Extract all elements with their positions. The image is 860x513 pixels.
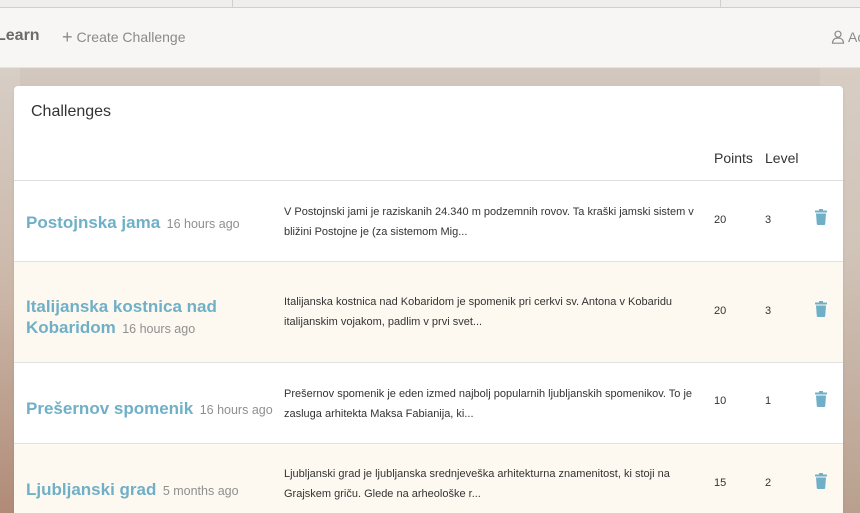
browser-top-strip <box>0 0 860 8</box>
challenge-title-cell: Italijanska kostnica nad Kobaridom 16 ho… <box>26 296 276 338</box>
table-row: Postojnska jama 16 hours ago V Postojnsk… <box>14 181 843 262</box>
user-icon <box>831 30 845 44</box>
challenges-card: Challenges Points Level Postojnska jama … <box>14 86 843 513</box>
account-link[interactable]: Ac <box>831 29 860 45</box>
challenge-description: Italijanska kostnica nad Kobaridom je sp… <box>284 296 673 328</box>
table-row: Italijanska kostnica nad Kobaridom 16 ho… <box>14 262 843 363</box>
plus-icon: + <box>62 27 73 47</box>
challenge-title[interactable]: Postojnska jama <box>26 213 160 232</box>
strip-divider <box>720 0 721 8</box>
challenge-points: 20 <box>714 214 727 226</box>
delete-button[interactable] <box>814 301 828 322</box>
navbar: Learn + Create Challenge Ac <box>0 8 860 68</box>
column-header-points: Points <box>714 150 753 166</box>
account-label: Ac <box>848 29 860 45</box>
trash-icon <box>815 391 827 407</box>
delete-button[interactable] <box>814 209 828 230</box>
challenge-level: 2 <box>765 477 772 489</box>
table-row: Ljubljanski grad 5 months ago Ljubljansk… <box>14 444 843 513</box>
challenge-description: V Postojnski jami je raziskanih 24.340 m… <box>284 206 694 238</box>
challenge-description: Ljubljanski grad je ljubljanska srednjev… <box>284 468 670 500</box>
challenge-points: 10 <box>714 395 727 407</box>
column-header-level: Level <box>765 150 799 166</box>
challenge-time: 16 hours ago <box>199 403 273 417</box>
challenge-points: 20 <box>714 305 727 317</box>
trash-icon <box>815 209 827 225</box>
challenge-time: 16 hours ago <box>122 322 196 336</box>
challenge-title-cell: Prešernov spomenik 16 hours ago <box>26 398 276 419</box>
challenge-title-cell: Ljubljanski grad 5 months ago <box>26 479 276 500</box>
trash-icon <box>815 473 827 489</box>
brand-link[interactable]: Learn <box>0 27 40 45</box>
challenge-points: 15 <box>714 477 727 489</box>
challenge-title[interactable]: Ljubljanski grad <box>26 480 156 499</box>
challenge-title-cell: Postojnska jama 16 hours ago <box>26 212 276 233</box>
challenge-title[interactable]: Prešernov spomenik <box>26 399 193 418</box>
trash-icon <box>815 301 827 317</box>
challenge-level: 3 <box>765 305 772 317</box>
delete-button[interactable] <box>814 391 828 412</box>
challenge-time: 16 hours ago <box>166 217 240 231</box>
challenge-description: Prešernov spomenik je eden izmed najbolj… <box>284 388 693 420</box>
create-challenge-link[interactable]: + Create Challenge <box>62 27 186 47</box>
delete-button[interactable] <box>814 473 828 494</box>
card-title: Challenges <box>31 103 112 120</box>
table-row: Prešernov spomenik 16 hours ago Prešerno… <box>14 363 843 444</box>
create-challenge-label: Create Challenge <box>76 29 186 45</box>
challenge-level: 3 <box>765 214 772 226</box>
challenge-time: 5 months ago <box>162 484 239 498</box>
strip-divider <box>232 0 233 8</box>
challenge-level: 1 <box>765 395 772 407</box>
